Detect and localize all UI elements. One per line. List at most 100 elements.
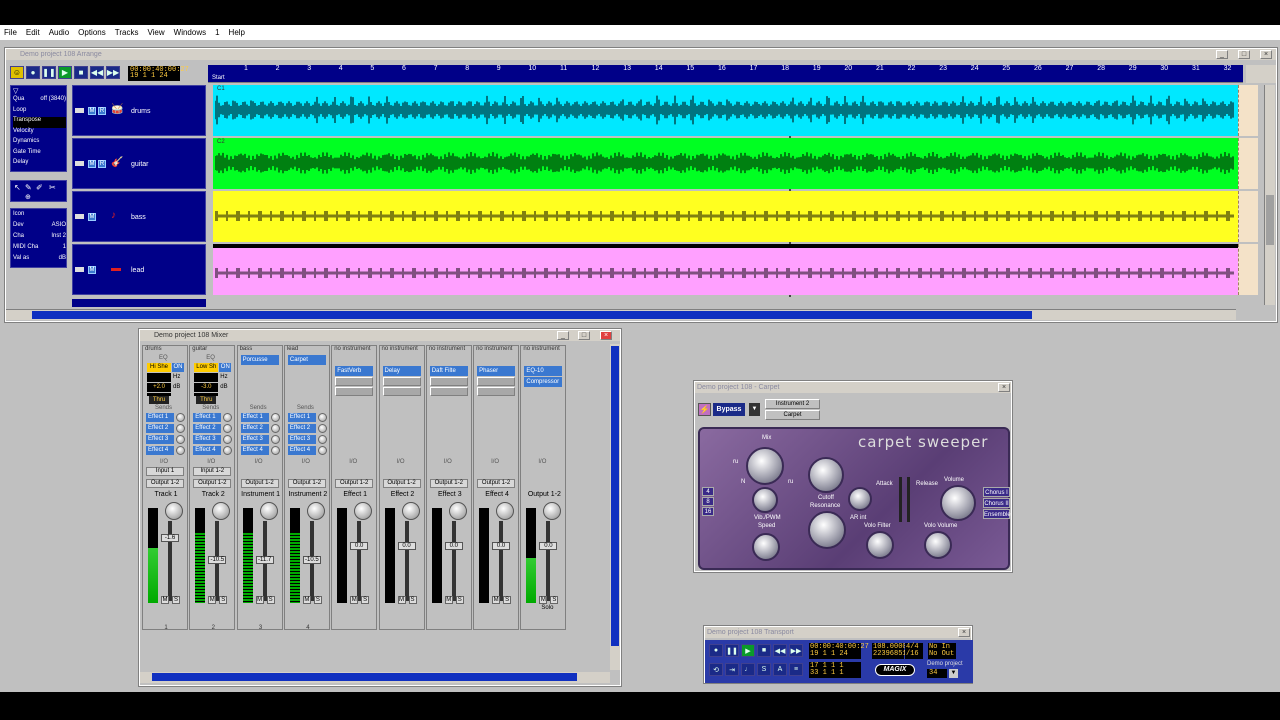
send-button[interactable]: Effect 3: [240, 435, 269, 444]
thru-button[interactable]: Thru: [149, 396, 169, 404]
transport-close-button[interactable]: ×: [958, 628, 970, 637]
send-knob[interactable]: [317, 435, 327, 444]
transport-pause-button[interactable]: ❚❚: [725, 644, 739, 657]
mixer-maximize-button[interactable]: □: [578, 331, 590, 340]
volume-fader[interactable]: 0.0: [350, 542, 369, 550]
track-lane-guitar[interactable]: C2: [213, 138, 1238, 189]
resonance-knob[interactable]: [808, 511, 846, 549]
insert-slot[interactable]: Phaser: [477, 366, 516, 376]
volume-fader[interactable]: 0.0: [444, 542, 463, 550]
mute-button[interactable]: M: [539, 596, 548, 604]
empty-insert-slot[interactable]: [477, 387, 516, 396]
send-button[interactable]: Effect 1: [146, 413, 174, 422]
play-button[interactable]: ▶: [58, 66, 72, 79]
insert-slot[interactable]: Carpet: [287, 355, 326, 365]
send-button[interactable]: Effect 4: [240, 446, 269, 455]
pencil-tool-icon[interactable]: ✎: [25, 183, 32, 192]
stop-button[interactable]: ■: [74, 66, 88, 79]
solo-button[interactable]: S: [408, 596, 417, 604]
track-handle[interactable]: [75, 108, 84, 113]
pan-knob[interactable]: [306, 502, 325, 520]
rewind-button[interactable]: ◀◀: [90, 66, 104, 79]
send-knob[interactable]: [317, 424, 327, 433]
draw-tool-icon[interactable]: ✐: [36, 183, 43, 192]
track-header-bass[interactable]: M ♪ bass: [72, 191, 206, 242]
zoom-controls[interactable]: [1246, 65, 1276, 83]
volo-filter-knob[interactable]: [866, 531, 894, 559]
synth-power-icon[interactable]: ⚡: [698, 403, 711, 416]
send-button[interactable]: Effect 2: [146, 424, 174, 433]
mute-button[interactable]: M: [88, 266, 96, 274]
pause-button[interactable]: ❚❚: [42, 66, 56, 79]
output-select[interactable]: Output 1-2: [146, 479, 184, 488]
vib-knob[interactable]: [752, 487, 778, 513]
output-select[interactable]: Output 1-2: [477, 479, 516, 488]
menu-item-edit[interactable]: Edit: [26, 28, 40, 37]
mute-button[interactable]: M: [255, 596, 264, 604]
empty-insert-slot[interactable]: [429, 387, 468, 396]
inspector-row[interactable]: Icon: [13, 211, 66, 222]
record-button[interactable]: ●: [26, 66, 40, 79]
metronome-icon[interactable]: ☺: [10, 66, 24, 79]
menu-item-audio[interactable]: Audio: [49, 28, 69, 37]
send-knob[interactable]: [317, 413, 327, 422]
insert-slot[interactable]: Porcusse: [240, 355, 279, 365]
param-row[interactable]: Delay: [13, 159, 66, 170]
output-select[interactable]: Output 1-2: [429, 479, 468, 488]
tempo-lcd[interactable]: 108.0000 22396851: [872, 643, 907, 659]
param-row[interactable]: Velocity: [13, 128, 66, 139]
send-button[interactable]: Effect 1: [240, 413, 269, 422]
param-row[interactable]: Qua off (3840): [13, 96, 66, 107]
volo-volume-knob[interactable]: [924, 531, 952, 559]
volume-fader[interactable]: -1.6: [161, 534, 179, 542]
insert-slot[interactable]: Delay: [382, 366, 421, 376]
param-row[interactable]: Transpose: [13, 117, 66, 128]
cutoff-knob[interactable]: [808, 457, 844, 493]
input-select[interactable]: Input 1-2: [193, 467, 232, 476]
eq-gain-value[interactable]: +2.0: [147, 383, 171, 392]
param-row[interactable]: Loop: [13, 107, 66, 118]
volume-fader[interactable]: -10.5: [302, 556, 321, 564]
pan-knob[interactable]: [165, 502, 183, 520]
send-button[interactable]: Effect 2: [287, 424, 316, 433]
send-button[interactable]: Effect 3: [287, 435, 316, 444]
minimize-button[interactable]: _: [1216, 50, 1228, 59]
send-button[interactable]: Effect 2: [240, 424, 269, 433]
send-button[interactable]: Effect 4: [146, 446, 174, 455]
ruler[interactable]: 1 2 3 4 5 6 7 8 9 10 11 12 13 14 15 16 17 18 19 20 21 22 23 24 2…: [208, 65, 1263, 83]
empty-insert-slot[interactable]: [335, 387, 374, 396]
menu-item-tracks[interactable]: Tracks: [115, 28, 139, 37]
send-knob[interactable]: [176, 424, 185, 433]
empty-insert-slot[interactable]: [382, 377, 421, 386]
mute-button[interactable]: M: [208, 596, 217, 604]
output-select[interactable]: Output 1-2: [335, 479, 374, 488]
solo-label[interactable]: Solo: [541, 605, 553, 611]
speed-knob[interactable]: [752, 533, 780, 561]
pan-knob[interactable]: [354, 502, 373, 520]
send-knob[interactable]: [317, 446, 327, 455]
solo-button[interactable]: S: [266, 596, 275, 604]
volume-fader[interactable]: 0.0: [492, 542, 511, 550]
transport-play-button[interactable]: ▶: [741, 644, 755, 657]
transport-record-button[interactable]: ●: [709, 644, 723, 657]
inspector-row[interactable]: Cha Inst 2: [13, 233, 66, 244]
pan-knob[interactable]: [259, 502, 278, 520]
metronome-button[interactable]: ♩: [741, 663, 755, 676]
mute-button[interactable]: M: [302, 596, 311, 604]
mixer-hscroll[interactable]: [140, 672, 610, 683]
eq-on-button[interactable]: ON: [172, 363, 184, 372]
chorus-mode-button[interactable]: Ensemble: [983, 509, 1011, 519]
inspector-row[interactable]: MIDI Cha 1: [13, 244, 66, 255]
send-knob[interactable]: [223, 424, 233, 433]
project-value[interactable]: 34: [927, 669, 947, 678]
signature-lcd[interactable]: 4/4/16: [905, 643, 923, 659]
pan-knob[interactable]: [401, 502, 420, 520]
inspector-row[interactable]: Val as dB: [13, 255, 66, 266]
mixer-icon[interactable]: ≡: [789, 663, 803, 676]
send-button[interactable]: Effect 3: [193, 435, 222, 444]
send-button[interactable]: Effect 4: [287, 446, 316, 455]
track-handle[interactable]: [75, 214, 84, 219]
eq-type-button[interactable]: Low Sh: [194, 363, 219, 372]
empty-insert-slot[interactable]: [477, 377, 516, 386]
send-knob[interactable]: [223, 413, 233, 422]
